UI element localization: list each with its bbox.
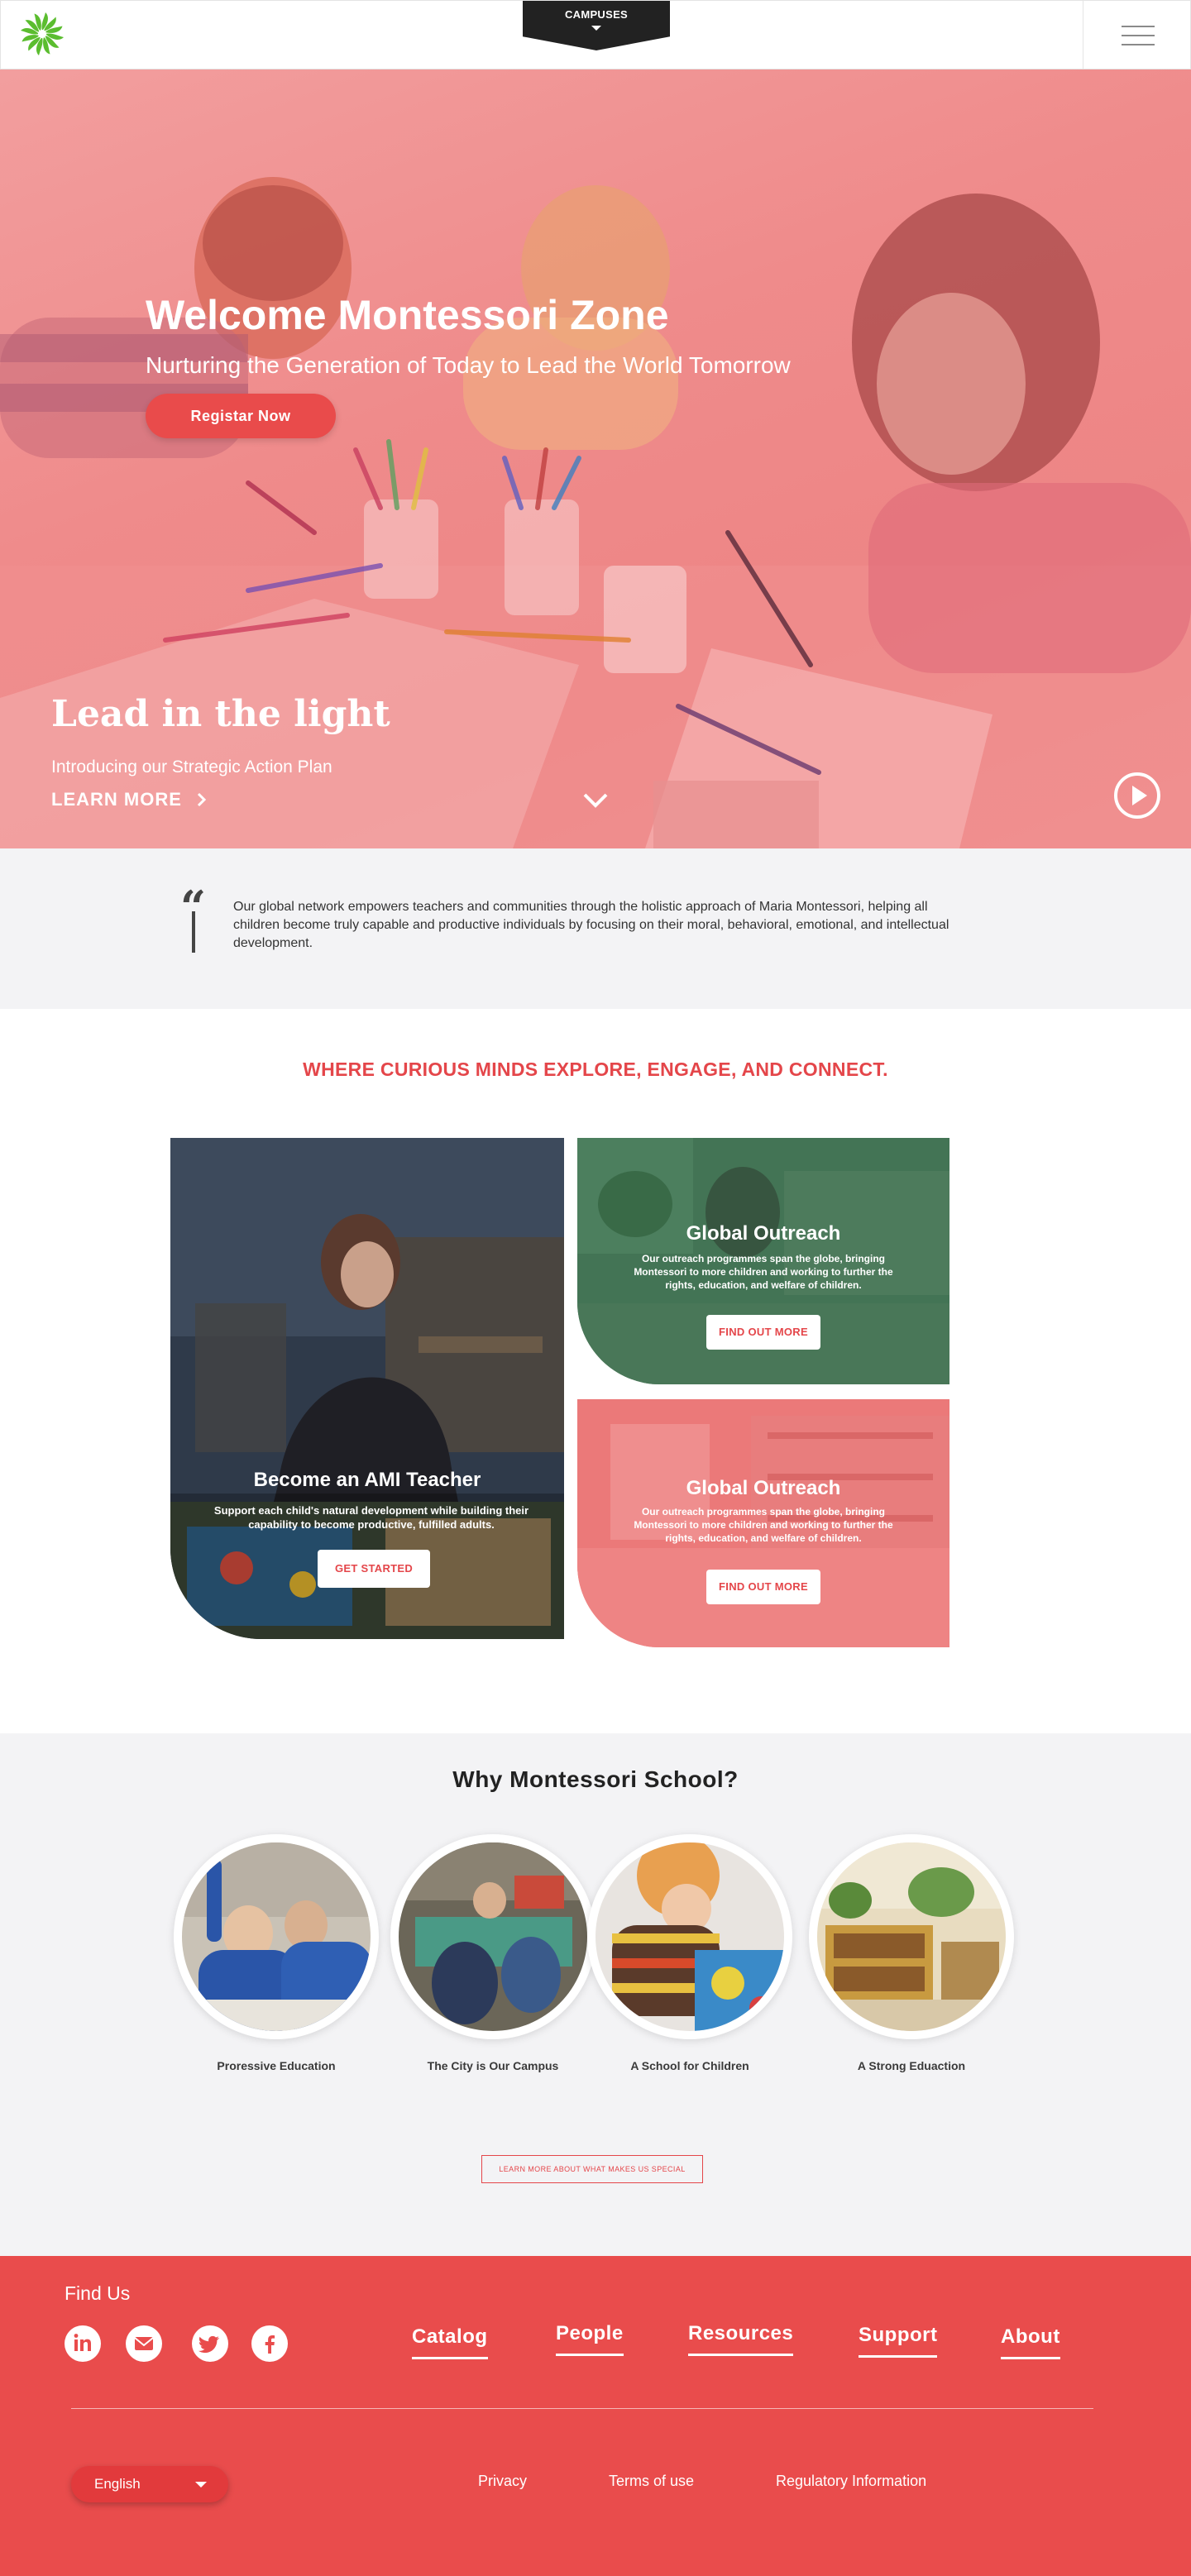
language-value: English xyxy=(94,2476,141,2492)
footer-nav-support[interactable]: Support xyxy=(859,2324,938,2358)
hero-title: Welcome Montessori Zone xyxy=(146,292,669,338)
find-out-more-button[interactable]: FIND OUT MORE xyxy=(706,1570,820,1604)
section-tagline: WHERE CURIOUS MINDS EXPLORE, ENGAGE, AND… xyxy=(303,1059,888,1080)
caret-down-icon xyxy=(591,26,601,31)
find-us-heading: Find Us xyxy=(65,2282,131,2304)
find-out-more-button[interactable]: FIND OUT MORE xyxy=(706,1315,820,1350)
footer-nav-catalog[interactable]: Catalog xyxy=(412,2325,488,2359)
get-started-button[interactable]: GET STARTED xyxy=(318,1550,430,1588)
why-item-label: Proressive Education xyxy=(217,2059,336,2072)
students-at-tables-image xyxy=(399,1842,587,2031)
global-outreach-card[interactable]: Global Outreach Our outreach programmes … xyxy=(577,1399,949,1647)
why-item-label: A Strong Eduaction xyxy=(857,2059,966,2072)
hamburger-menu-button[interactable] xyxy=(1083,1,1191,70)
why-item-label: The City is Our Campus xyxy=(427,2059,559,2072)
chevron-right-icon xyxy=(197,792,207,807)
footer-link-terms[interactable]: Terms of use xyxy=(609,2473,694,2490)
outreach-card-text: Our outreach programmes span the globe, … xyxy=(634,1506,893,1544)
why-section-title: Why Montessori School? xyxy=(452,1766,739,1792)
ami-card-text: Support each child's natural development… xyxy=(213,1504,529,1531)
site-footer: Find Us Catalog People Resources Support… xyxy=(0,2256,1191,2576)
learn-more-link[interactable]: LEARN MORE xyxy=(51,789,208,810)
linkedin-icon[interactable] xyxy=(65,2325,101,2362)
strong-education-image[interactable] xyxy=(809,1834,1014,2039)
city-campus-image[interactable] xyxy=(390,1834,596,2039)
strategic-plan-intro: Introducing our Strategic Action Plan xyxy=(51,758,332,777)
footer-nav-about[interactable]: About xyxy=(1001,2325,1060,2359)
why-montessori-section: Why Montessori School? Proressive Educat… xyxy=(0,1733,1191,2256)
global-outreach-card[interactable]: Global Outreach Our outreach programmes … xyxy=(577,1138,949,1384)
footer-nav-people[interactable]: People xyxy=(556,2322,624,2356)
twitter-icon[interactable] xyxy=(192,2325,228,2362)
facebook-icon[interactable] xyxy=(251,2325,288,2362)
school-for-children-image[interactable] xyxy=(587,1834,792,2039)
outreach-card-text: Our outreach programmes span the globe, … xyxy=(634,1253,893,1291)
mission-quote-text: Our global network empowers teachers and… xyxy=(233,900,949,950)
library-shelves-image xyxy=(817,1842,1006,2031)
campuses-label: CAMPUSES xyxy=(564,8,629,21)
outreach-card-title: Global Outreach xyxy=(686,1477,841,1499)
mission-quote-section: “ Our global network empowers teachers a… xyxy=(0,848,1191,1009)
progressive-education-image[interactable] xyxy=(174,1834,379,2039)
outreach-card-title: Global Outreach xyxy=(686,1222,841,1245)
quote-bar xyxy=(192,911,195,953)
menu-line xyxy=(1122,26,1155,27)
register-now-button[interactable]: Registar Now xyxy=(146,394,336,438)
hero-subtitle: Nurturing the Generation of Today to Lea… xyxy=(146,352,791,378)
footer-divider xyxy=(71,2408,1093,2409)
ami-card-title: Become an AMI Teacher xyxy=(253,1469,481,1491)
menu-line xyxy=(1122,35,1155,36)
footer-link-regulatory[interactable]: Regulatory Information xyxy=(776,2473,926,2490)
child-with-puzzle-image xyxy=(596,1842,784,2031)
scroll-down-chevron-icon[interactable] xyxy=(582,791,609,810)
campuses-dropdown[interactable]: CAMPUSES xyxy=(523,1,670,50)
mail-icon[interactable] xyxy=(126,2325,162,2362)
logo-icon[interactable] xyxy=(19,11,65,57)
learn-more-label: LEARN MORE xyxy=(51,789,182,810)
footer-link-privacy[interactable]: Privacy xyxy=(478,2473,527,2490)
site-header: CAMPUSES xyxy=(0,0,1191,70)
ami-teacher-card[interactable]: Become an AMI Teacher Support each child… xyxy=(170,1138,564,1639)
hero-banner: Welcome Montessori Zone Nurturing the Ge… xyxy=(0,69,1191,848)
menu-line xyxy=(1122,44,1155,45)
classroom-hands-up-image xyxy=(182,1842,371,2031)
chevron-down-icon xyxy=(195,2482,207,2488)
language-select[interactable]: English xyxy=(71,2466,228,2502)
learn-more-special-button[interactable]: LEARN MORE ABOUT WHAT MAKES US SPECIAL xyxy=(481,2155,703,2183)
play-video-icon[interactable] xyxy=(1112,771,1162,820)
lead-title: Lead in the light xyxy=(51,693,390,735)
why-item-label: A School for Children xyxy=(630,2059,749,2072)
footer-nav-resources[interactable]: Resources xyxy=(688,2322,794,2356)
